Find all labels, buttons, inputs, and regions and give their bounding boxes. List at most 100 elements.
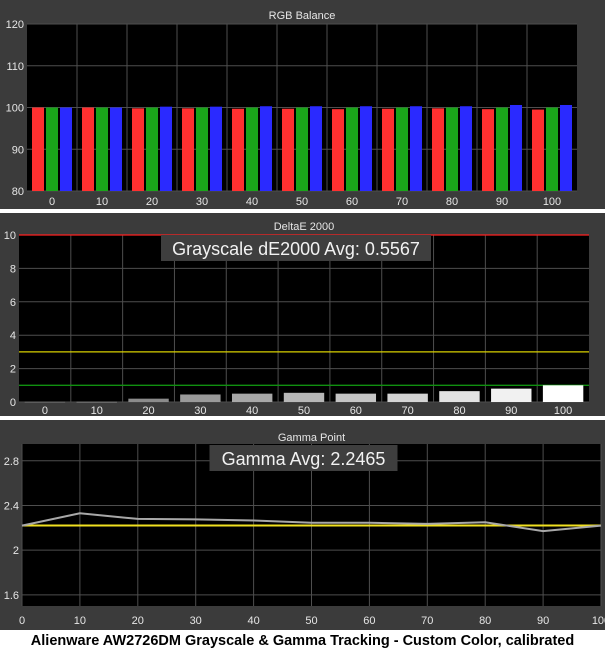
x-tick-label: 0 (42, 405, 48, 417)
x-tick-label: 60 (363, 615, 375, 627)
y-tick-label: 8 (10, 263, 16, 275)
x-tick-label: 10 (96, 196, 108, 208)
x-tick-label: 50 (298, 405, 310, 417)
chart-canvas: RGB Balance80901001101200 10 20 30 40 50 60 70 8… (0, 0, 605, 630)
chart-title: RGB Balance (269, 10, 336, 22)
bar-green (196, 107, 208, 191)
bar-green (446, 107, 458, 191)
y-tick-label: 2.4 (4, 500, 19, 512)
x-tick-label: 90 (537, 615, 549, 627)
figure: RGB Balance 80 90 100 110 120 0 10 20 30 40 50 60 70 8… (0, 0, 605, 652)
x-tick-label: 0 (19, 615, 25, 627)
x-tick-label: 80 (453, 405, 465, 417)
bar-green (46, 107, 58, 191)
y-tick-label: 2 (10, 364, 16, 376)
bar-deltae (542, 385, 584, 402)
bar-green (96, 107, 108, 191)
bar-green (246, 107, 258, 191)
y-tick-label: 10 (4, 230, 16, 242)
x-tick-label: 20 (132, 615, 144, 627)
x-tick-label: 100 (554, 405, 572, 417)
x-tick-label: 30 (194, 405, 206, 417)
bar-blue (260, 106, 272, 191)
bar-deltae (180, 394, 221, 402)
x-tick-label: 0 (49, 196, 55, 208)
x-tick-label: 90 (505, 405, 517, 417)
y-tick-label: 4 (10, 330, 16, 342)
bar-red (132, 108, 144, 191)
y-tick-label: 120 (6, 19, 24, 31)
bar-red (532, 109, 544, 191)
bar-deltae (128, 398, 169, 402)
x-tick-label: 80 (446, 196, 458, 208)
chart-title: DeltaE 2000 (274, 221, 335, 233)
x-tick-label: 60 (346, 196, 358, 208)
y-tick-label: 2.8 (4, 456, 19, 468)
x-tick-label: 90 (496, 196, 508, 208)
x-tick-label: 20 (142, 405, 154, 417)
bar-red (182, 108, 194, 191)
y-tick-label: 1.6 (4, 590, 19, 602)
bar-red (432, 108, 444, 191)
x-tick-label: 40 (247, 615, 259, 627)
y-tick-label: 100 (6, 103, 24, 115)
bar-red (232, 108, 244, 191)
y-tick-label: 2 (13, 545, 19, 557)
y-tick-label: 110 (6, 61, 24, 73)
chart-1: RGB Balance 80 90 100 110 120 0 10 20 30 40 50 60 70 8… (0, 0, 605, 209)
x-tick-label: 60 (350, 405, 362, 417)
bar-green (546, 107, 558, 191)
bar-deltae (439, 391, 480, 402)
x-tick-label: 40 (246, 196, 258, 208)
bar-deltae (76, 401, 117, 403)
chart-3: Gamma Point 1.6 2 2.4 2.8 0 10 20 30 40 50 60 70 80 90… (0, 420, 605, 630)
bar-deltae (335, 393, 377, 402)
bar-red (482, 109, 494, 191)
bar-blue (110, 107, 122, 191)
bar-deltae (24, 401, 66, 403)
y-tick-label: 80 (12, 186, 24, 198)
bar-red (282, 108, 294, 191)
x-tick-label: 30 (196, 196, 208, 208)
bar-blue (60, 107, 72, 191)
bar-blue (410, 106, 422, 191)
bar-red (32, 107, 44, 191)
chart-2: DeltaE 200002468100 10 20 30 40 50 60 70 80 90 100… (0, 213, 605, 417)
bar-deltae (283, 392, 325, 402)
bar-blue (360, 106, 372, 191)
annotation-text: Grayscale dE2000 Avg: 0.5567 (172, 239, 420, 259)
bar-blue (160, 106, 172, 191)
x-tick-label: 20 (146, 196, 158, 208)
bar-green (346, 107, 358, 191)
x-tick-label: 70 (396, 196, 408, 208)
bar-blue (460, 106, 472, 191)
x-tick-label: 10 (91, 405, 103, 417)
bar-green (146, 107, 158, 191)
bar-blue (310, 106, 322, 191)
x-tick-label: 100 (543, 196, 561, 208)
bar-red (332, 109, 344, 191)
x-tick-label: 50 (305, 615, 317, 627)
x-tick-label: 80 (479, 615, 491, 627)
bar-red (382, 108, 394, 191)
x-tick-label: 100 (592, 615, 605, 627)
y-tick-label: 0 (10, 397, 16, 409)
y-tick-label: 6 (10, 297, 16, 309)
bar-green (296, 107, 308, 191)
x-tick-label: 30 (190, 615, 202, 627)
bar-blue (510, 104, 522, 191)
bar-blue (560, 104, 572, 191)
y-tick-label: 90 (12, 144, 24, 156)
bar-deltae (387, 393, 428, 402)
bar-deltae (231, 393, 273, 402)
bar-green (396, 107, 408, 191)
x-tick-label: 50 (296, 196, 308, 208)
chart-title: Gamma Point (278, 432, 345, 444)
bar-blue (210, 106, 222, 191)
bar-green (496, 107, 508, 191)
x-tick-label: 70 (402, 405, 414, 417)
x-tick-label: 40 (246, 405, 258, 417)
bar-red (82, 107, 94, 191)
figure-caption: Alienware AW2726DM Grayscale & Gamma Tra… (30, 633, 575, 649)
x-tick-label: 70 (421, 615, 433, 627)
